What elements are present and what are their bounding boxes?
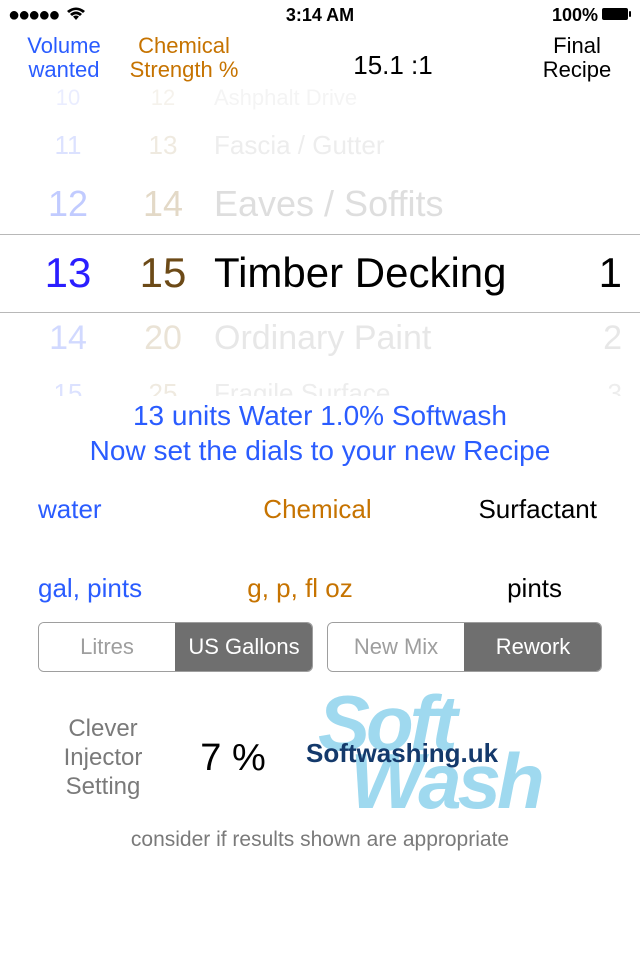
- picker-row-selected[interactable]: 13 15 Timber Decking 1: [18, 235, 622, 311]
- units-labels: gal, pints g, p, fl oz pints: [0, 565, 640, 616]
- header-volume-label: Volume wanted: [14, 34, 114, 82]
- header-final-label: Final Recipe: [532, 34, 622, 82]
- battery-icon: [602, 5, 632, 26]
- header-row: Volume wanted Chemical Strength % 15.1 :…: [0, 30, 640, 86]
- units-water: gal, pints: [38, 573, 213, 604]
- battery-percent: 100%: [552, 5, 598, 26]
- units-surfactant: pints: [387, 573, 602, 604]
- wifi-icon: [66, 5, 86, 26]
- label-chemical: Chemical: [224, 494, 410, 525]
- seg-us-gallons[interactable]: US Gallons: [175, 623, 312, 671]
- label-water: water: [38, 494, 224, 525]
- status-time: 3:14 AM: [286, 5, 354, 26]
- picker-row[interactable]: 10 12 Ashphalt Drive: [18, 86, 622, 118]
- recipe-picker[interactable]: 10 12 Ashphalt Drive 11 13 Fascia / Gutt…: [0, 86, 640, 396]
- units-segment[interactable]: Litres US Gallons: [38, 622, 313, 672]
- signal-dots-icon: ●●●●●: [8, 4, 58, 27]
- injector-label: Clever Injector Setting: [38, 715, 168, 801]
- picker-row[interactable]: 12 14 Eaves / Soffits: [18, 173, 622, 235]
- picker-row[interactable]: 11 13 Fascia / Gutter: [18, 118, 622, 173]
- seg-litres[interactable]: Litres: [39, 623, 175, 671]
- seg-new-mix[interactable]: New Mix: [328, 623, 464, 671]
- seg-rework[interactable]: Rework: [464, 623, 601, 671]
- label-surfactant: Surfactant: [411, 494, 602, 525]
- component-labels: water Chemical Surfactant: [0, 480, 640, 565]
- bottom-section: Clever Injector Setting 7 % Soft Softwas…: [0, 678, 640, 826]
- status-bar: ●●●●● 3:14 AM 100%: [0, 0, 640, 30]
- header-chemical-label: Chemical Strength %: [114, 34, 254, 82]
- injector-value: 7 %: [168, 737, 298, 780]
- segmented-controls-row: Litres US Gallons New Mix Rework: [0, 616, 640, 678]
- instruction-text: 13 units Water 1.0% Softwash Now set the…: [0, 396, 640, 480]
- picker-row[interactable]: 15 25 Fragile Surface 3: [18, 366, 622, 396]
- mix-segment[interactable]: New Mix Rework: [327, 622, 602, 672]
- header-ratio: 15.1 :1: [254, 34, 532, 81]
- picker-row[interactable]: 14 20 Ordinary Paint 2: [18, 311, 622, 366]
- units-chemical: g, p, fl oz: [213, 573, 388, 604]
- softwash-logo: Soft Softwashing.uk Wash: [298, 698, 630, 818]
- footer-disclaimer: consider if results shown are appropriat…: [0, 826, 640, 852]
